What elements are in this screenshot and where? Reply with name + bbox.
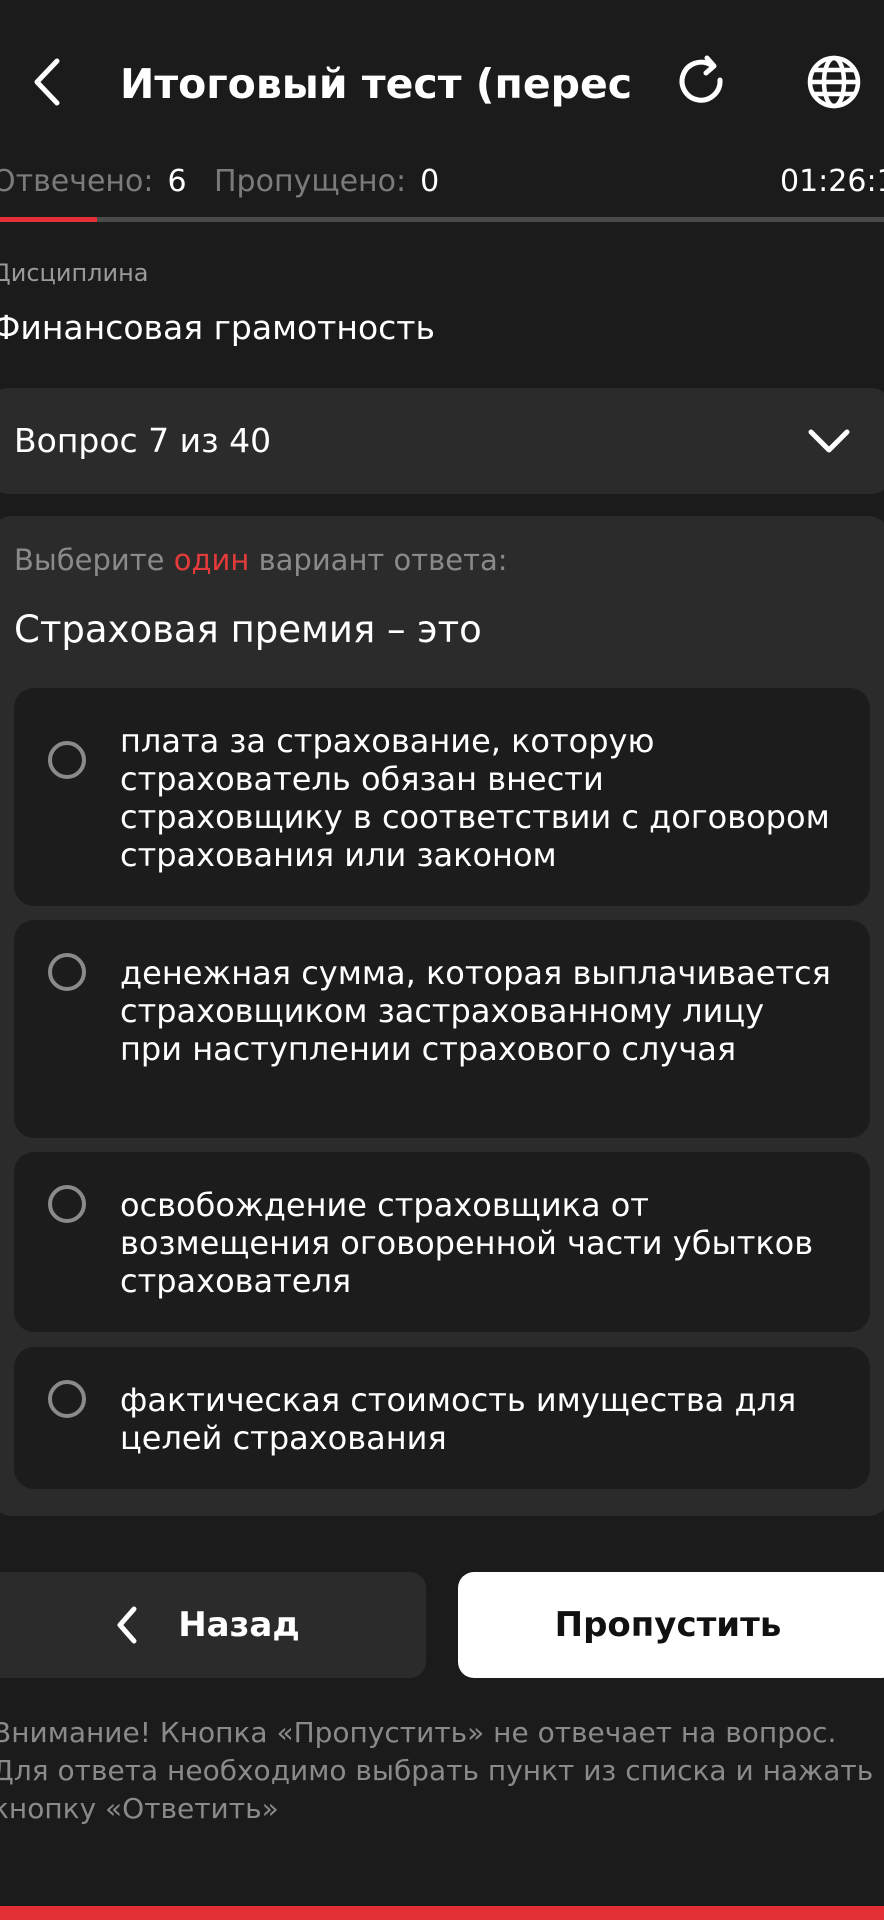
answer-option-1[interactable]: плата за страхование, которую страховате… [14, 688, 870, 906]
page-title: Итоговый тест (пересд... [120, 60, 630, 108]
bottom-accent-bar [0, 1906, 884, 1920]
progress-fill [0, 217, 98, 222]
instruction-prefix: Выберите [14, 543, 165, 577]
chevron-down-icon [806, 421, 852, 461]
language-button[interactable] [796, 44, 872, 120]
radio-icon[interactable] [48, 1185, 86, 1223]
skipped-value: 0 [420, 164, 440, 199]
answer-option-2[interactable]: денежная сумма, которая выплачивается ст… [14, 920, 870, 1138]
question-selector[interactable]: Вопрос 7 из 40 [0, 388, 884, 494]
refresh-button[interactable] [664, 44, 740, 120]
chevron-left-icon [34, 58, 60, 106]
question-text: Страховая премия – это [14, 608, 482, 651]
answered-counter: Отвечено: 6 [0, 160, 187, 204]
discipline-label: Дисциплина [0, 259, 149, 287]
skip-label: Пропустить [554, 1605, 782, 1645]
skipped-label: Пропущено: [214, 164, 407, 199]
skip-notice: Внимание! Кнопка «Пропустить» не отвечае… [0, 1716, 874, 1825]
radio-icon[interactable] [48, 953, 86, 991]
answer-option-3[interactable]: освобождение страховщика от возмещения о… [14, 1152, 870, 1332]
radio-icon[interactable] [48, 1380, 86, 1418]
answered-value: 6 [167, 164, 187, 199]
answer-option-4[interactable]: фактическая стоимость имущества для целе… [14, 1347, 870, 1489]
progress-bar [0, 217, 884, 222]
refresh-icon [679, 55, 723, 103]
question-selector-label: Вопрос 7 из 40 [14, 421, 272, 460]
timer: 01:26:13 [780, 164, 884, 199]
back-button[interactable] [14, 42, 78, 122]
answer-option-text: фактическая стоимость имущества для целе… [120, 1381, 797, 1457]
answer-option-text: освобождение страховщика от возмещения о… [120, 1186, 814, 1300]
discipline-value: Финансовая грамотность [0, 308, 435, 347]
answer-instruction: Выберите один вариант ответа: [14, 540, 508, 580]
skipped-counter: Пропущено: 0 [214, 160, 439, 204]
answer-option-text: денежная сумма, которая выплачивается ст… [120, 954, 831, 1068]
radio-icon[interactable] [48, 741, 86, 779]
back-nav-button[interactable]: Назад [0, 1572, 426, 1678]
instruction-accent: один [173, 543, 250, 577]
instruction-suffix: вариант ответа: [258, 543, 508, 577]
answered-label: Отвечено: [0, 164, 154, 199]
skip-button[interactable]: Пропустить [458, 1572, 884, 1678]
back-nav-label: Назад [178, 1605, 300, 1645]
chevron-left-icon [112, 1605, 142, 1645]
globe-icon [807, 55, 861, 109]
answer-option-text: плата за страхование, которую страховате… [120, 722, 830, 874]
